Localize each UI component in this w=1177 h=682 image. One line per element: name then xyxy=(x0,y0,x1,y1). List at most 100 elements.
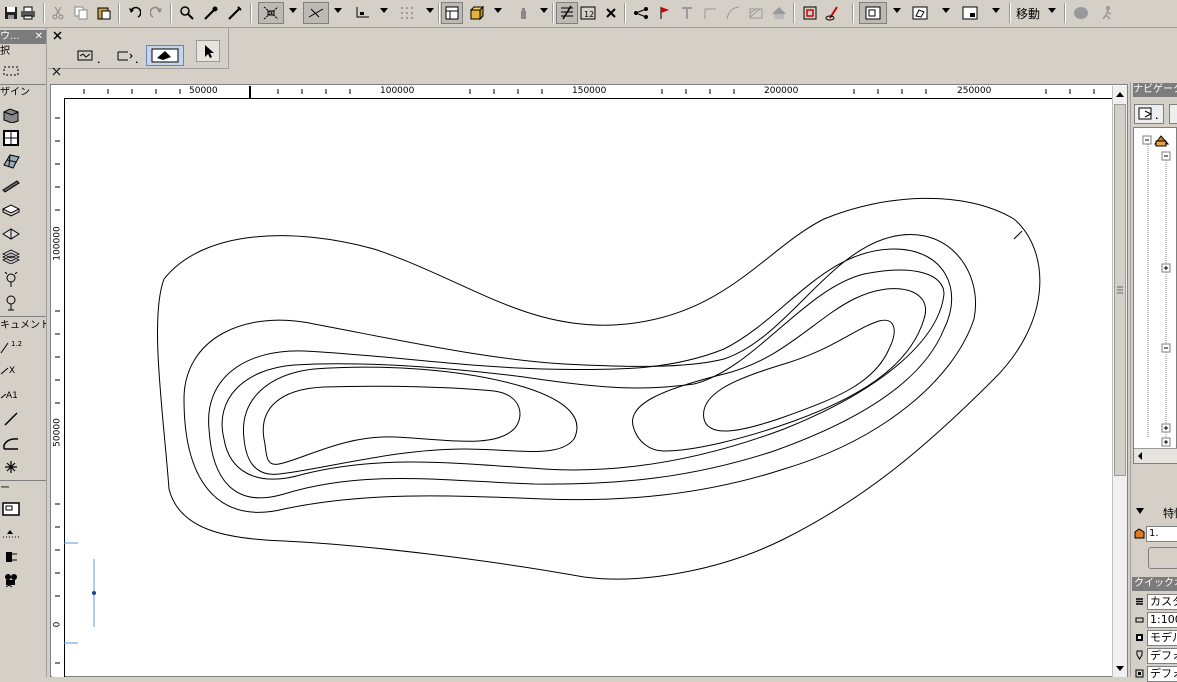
floor-plan-icon[interactable] xyxy=(859,2,887,24)
paste-icon[interactable] xyxy=(93,2,115,24)
ruler-h-label: 150000 xyxy=(572,86,607,96)
dimension-icon[interactable]: 12 xyxy=(577,2,599,24)
scroll-down-icon[interactable] xyxy=(1115,663,1125,676)
navigator-title[interactable]: ナビゲータ xyxy=(1133,83,1177,97)
lamp-tool-icon[interactable] xyxy=(0,269,22,291)
eraser-icon[interactable] xyxy=(512,2,534,24)
hotspot-tool-icon[interactable] xyxy=(0,456,22,478)
snap-dropdown-icon[interactable] xyxy=(380,8,388,13)
person-icon[interactable] xyxy=(1096,2,1118,24)
palette-close-icon[interactable]: ✕ xyxy=(35,30,43,44)
contour-drawing[interactable] xyxy=(64,99,1112,677)
hatch-icon[interactable] xyxy=(745,2,767,24)
worksheet-tool-icon[interactable] xyxy=(0,498,22,520)
walk-icon[interactable] xyxy=(1070,2,1092,24)
line-tool-icon[interactable] xyxy=(0,408,22,430)
flag-icon[interactable] xyxy=(653,2,675,24)
trace-icon[interactable] xyxy=(258,2,284,24)
drafting-icon[interactable] xyxy=(556,2,578,24)
section-tool-icon[interactable] xyxy=(0,546,22,568)
layout-window-icon[interactable] xyxy=(959,2,981,24)
quick-option-row[interactable]: 1:100 xyxy=(1133,612,1177,628)
mesh-fill-tool-icon[interactable] xyxy=(146,45,184,66)
quick-option-row[interactable]: デフォルト xyxy=(1133,666,1177,682)
palette-section-select[interactable]: 択 xyxy=(0,45,46,59)
elevation-tool-icon[interactable] xyxy=(0,522,22,544)
roof-icon[interactable] xyxy=(768,2,790,24)
expand-triangle-icon xyxy=(1135,506,1145,519)
cut-icon[interactable] xyxy=(47,2,69,24)
properties-button[interactable] xyxy=(1148,547,1177,569)
palette-title[interactable]: ウ... ✕ xyxy=(0,30,46,44)
camera-tool-icon[interactable] xyxy=(0,569,22,591)
undo-icon[interactable] xyxy=(123,2,145,24)
cube-dropdown-icon[interactable] xyxy=(494,8,502,13)
navigator-tree[interactable] xyxy=(1133,127,1177,464)
quick-option-row[interactable]: カスタム xyxy=(1133,594,1177,610)
syringe-icon[interactable] xyxy=(224,2,246,24)
view-icon[interactable] xyxy=(799,2,821,24)
contour-line-3 xyxy=(208,248,953,499)
3d-cube-icon[interactable] xyxy=(466,2,488,24)
roof-tool-icon[interactable] xyxy=(0,222,22,244)
slab-tool-icon[interactable] xyxy=(0,198,22,220)
marker-icon[interactable] xyxy=(822,2,844,24)
beam-tool-icon[interactable] xyxy=(0,174,22,196)
door-window-tool-icon[interactable] xyxy=(0,127,22,149)
text-tool-icon[interactable]: A1 xyxy=(0,383,22,405)
3d-window-icon[interactable] xyxy=(909,2,931,24)
guide-dropdown-icon[interactable] xyxy=(334,8,342,13)
quick-option-row[interactable]: モデル xyxy=(1133,630,1177,646)
curve-icon[interactable] xyxy=(722,2,744,24)
print-icon[interactable] xyxy=(17,2,39,24)
level-dimension-tool-icon[interactable]: X xyxy=(0,359,22,381)
navigator-second-button[interactable] xyxy=(1169,104,1177,124)
find-select-icon[interactable] xyxy=(176,2,198,24)
quick-option-row[interactable]: デフォルト xyxy=(1133,648,1177,664)
3d-dropdown-icon[interactable] xyxy=(942,8,950,13)
scroll-up-icon[interactable] xyxy=(1115,88,1125,101)
contour-line-5 xyxy=(262,385,521,465)
wall-tool-icon[interactable] xyxy=(0,104,22,126)
curtain-wall-tool-icon[interactable] xyxy=(0,150,22,172)
object-tool-icon[interactable] xyxy=(0,292,22,314)
infobox-close-icon[interactable] xyxy=(53,30,62,43)
geometry-method-polygon-icon[interactable] xyxy=(76,46,104,66)
arrow-select-icon[interactable] xyxy=(196,40,220,62)
quick-options-title[interactable]: クイックオプション xyxy=(1132,577,1177,591)
layout-icon[interactable] xyxy=(441,2,463,24)
stack-icon xyxy=(1135,596,1144,609)
eraser-dropdown-icon[interactable] xyxy=(540,8,548,13)
stair-tool-icon[interactable] xyxy=(0,245,22,267)
properties-field[interactable]: 1. xyxy=(1146,526,1177,542)
marquee-tool-icon[interactable] xyxy=(0,60,22,82)
contour-line-1 xyxy=(157,197,1041,580)
geometry-method-rect-icon[interactable] xyxy=(114,46,142,66)
close-x-icon[interactable] xyxy=(600,2,622,24)
scroll-thumb[interactable] xyxy=(1114,104,1126,476)
move-dropdown-icon[interactable] xyxy=(1048,8,1056,13)
vertical-scrollbar[interactable] xyxy=(1112,86,1127,677)
navigator-view-button[interactable] xyxy=(1134,104,1164,124)
elevate-icon[interactable] xyxy=(676,2,698,24)
snap-icon[interactable] xyxy=(352,2,374,24)
palette-section-document[interactable]: キュメント xyxy=(0,319,46,333)
infobox-resize-icon[interactable] xyxy=(52,66,61,79)
grid-dropdown-icon[interactable] xyxy=(426,8,434,13)
trace-dropdown-icon[interactable] xyxy=(289,8,297,13)
node-icon[interactable] xyxy=(630,2,652,24)
guide-lines-icon[interactable] xyxy=(303,2,329,24)
eyedropper-icon[interactable] xyxy=(200,2,222,24)
navigator-hscroll[interactable] xyxy=(1134,448,1177,463)
intersect-icon[interactable] xyxy=(699,2,721,24)
redo-icon[interactable] xyxy=(146,2,168,24)
move-label[interactable]: 移動 xyxy=(1016,5,1040,22)
dimension-tool-icon[interactable]: 1.2 xyxy=(0,336,22,358)
palette-section-misc[interactable]: ー xyxy=(0,482,46,496)
grid-snap-icon[interactable] xyxy=(396,2,418,24)
layout-dropdown-icon[interactable] xyxy=(992,8,1000,13)
polyline-tool-icon[interactable] xyxy=(0,432,22,454)
copy-icon[interactable] xyxy=(70,2,92,24)
floor-plan-dropdown-icon[interactable] xyxy=(893,8,901,13)
palette-section-design[interactable]: ザイン xyxy=(0,86,46,100)
